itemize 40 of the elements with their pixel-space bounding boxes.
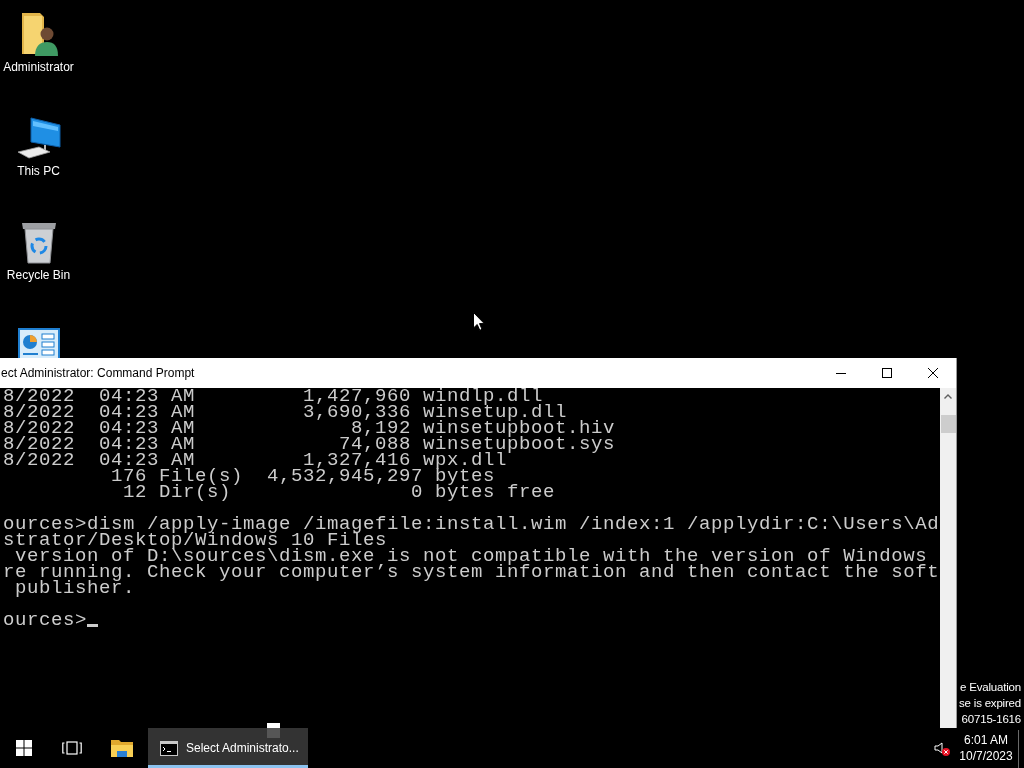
desktop-shortcut[interactable]: Administrator [0, 10, 77, 74]
notice-line: se is expired [959, 696, 1021, 711]
terminal-icon[interactable] [160, 740, 178, 756]
windows-logo-icon[interactable] [16, 740, 32, 756]
clock-date[interactable]: 10/7/2023 [959, 748, 1013, 764]
console-line: ources> [3, 612, 87, 628]
console-line: ources>dism /apply-image /imagefile:install.wim /index:1 /applydir:C:\Users\Ad [3, 516, 940, 532]
desktop-shortcut[interactable]: Recycle Bin [0, 218, 77, 282]
window-title: ect Administrator: Command Prompt [0, 365, 196, 381]
maximize-icon[interactable] [882, 368, 892, 378]
minimize-icon[interactable] [836, 372, 846, 374]
console-line: 8/2022 04:23 AM 1,427,960 windlp.dll [3, 388, 544, 404]
desktop-shortcut[interactable]: This PC [0, 114, 77, 178]
taskbar-window-button[interactable]: Select Administrato... [148, 728, 308, 768]
console-line: 8/2022 04:23 AM 74,088 winsetupboot.sys [3, 436, 617, 452]
user-folder-icon[interactable] [19, 12, 58, 56]
speaker-error-icon[interactable] [934, 740, 950, 756]
chart-tile-icon[interactable] [17, 328, 60, 358]
console-line: re running. Check your computer’s system information and then contact the soft [3, 564, 940, 580]
mouse-pointer-icon [473, 312, 485, 331]
console-line: version of D:\sources\dism.exe is not compatible with the version of Windows [15, 548, 928, 564]
clock-time[interactable]: 6:01 AM [964, 732, 1008, 748]
recycle-bin-icon[interactable] [19, 220, 58, 264]
notice-line: e Evaluation [960, 680, 1021, 695]
task-view-icon[interactable] [62, 741, 82, 755]
preview-fragment [267, 723, 280, 738]
notice-line: 60715-1616 [961, 712, 1021, 727]
close-icon[interactable] [928, 368, 938, 378]
chevron-up-icon[interactable] [944, 394, 952, 399]
console-line: 8/2022 04:23 AM 1,327,416 wpx.dll [3, 452, 508, 468]
console-line: publisher. [14, 580, 137, 596]
folder-icon[interactable] [111, 739, 133, 757]
computer-icon[interactable] [16, 117, 61, 159]
console-line: strator/Desktop/Windows 10 Files [3, 532, 388, 548]
scrollbar[interactable] [940, 388, 956, 728]
console-line: 8/2022 04:23 AM 3,690,336 winsetup.dll [3, 404, 568, 420]
console-line: 176 File(s) 4,532,945,297 bytes [110, 468, 496, 484]
console-line: 12 Dir(s) 0 bytes free [122, 484, 557, 500]
scrollbar-thumb[interactable] [940, 415, 956, 433]
console-line: 8/2022 04:23 AM 8,192 winsetupboot.hiv [3, 420, 617, 436]
